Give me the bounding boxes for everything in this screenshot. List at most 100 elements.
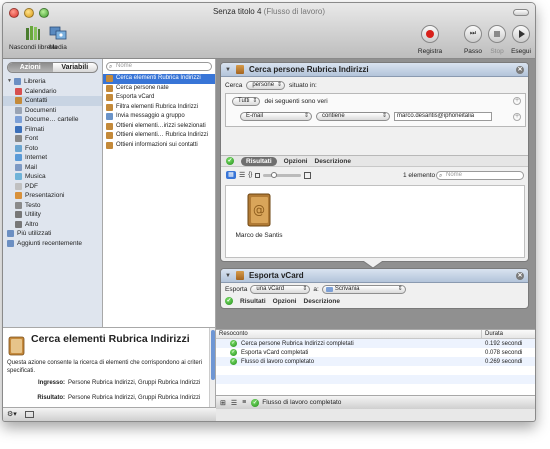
log-row[interactable]: [216, 375, 535, 384]
tab-description[interactable]: Descrizione: [315, 158, 352, 165]
description-scrollbar[interactable]: [209, 328, 215, 409]
export-vcard-header[interactable]: ▼ Esporta vCard ✕: [221, 269, 528, 283]
results-count: 1 elemento: [403, 172, 436, 179]
query-field[interactable]: marco.desantis@iphoneitalia: [394, 112, 492, 121]
library-item[interactable]: Documenti: [3, 106, 102, 116]
action-item[interactable]: Cerca elementi Rubrica Indirizzi: [103, 74, 215, 84]
log-cell: ✓ Cerca persone Rubrica Indirizzi complet…: [216, 340, 482, 347]
stop-button[interactable]: Stop: [488, 25, 506, 55]
disclosure-triangle-icon[interactable]: ▼: [7, 77, 12, 87]
match-popup[interactable]: Tutti: [232, 97, 261, 106]
find-tabs-bar: ✓ Risultati Opzioni Descrizione: [221, 155, 528, 167]
library-item[interactable]: PDF: [3, 182, 102, 192]
media-button[interactable]: Media: [49, 25, 67, 51]
library-item[interactable]: Testo: [3, 201, 102, 211]
field-popup[interactable]: E-mail: [240, 112, 312, 121]
variables-view-icon[interactable]: ≡: [242, 399, 246, 406]
library-item[interactable]: Internet: [3, 153, 102, 163]
description-scroll-thumb[interactable]: [211, 330, 215, 380]
library-item[interactable]: Altro: [3, 220, 102, 230]
find-people-title: Cerca persone Rubrica Indirizzi: [248, 65, 369, 74]
action-item-label: Esporta vCard: [116, 94, 155, 100]
log-row[interactable]: [216, 384, 535, 393]
show-description-icon[interactable]: [25, 411, 34, 418]
stop-label: Stop: [490, 48, 504, 55]
gear-menu-icon[interactable]: ⚙▾: [7, 410, 17, 418]
log-column-header[interactable]: Resoconto: [216, 330, 482, 338]
window-subtitle: (Flusso di lavoro): [263, 7, 326, 16]
tab-variables[interactable]: Variabili: [53, 63, 98, 72]
library-item[interactable]: Filmati: [3, 125, 102, 135]
find-popup[interactable]: persone: [246, 81, 286, 90]
log-check-icon: ✓: [230, 349, 237, 356]
library-item[interactable]: Foto: [3, 144, 102, 154]
action-item[interactable]: Ottieni elementi…irizzi selezionati: [103, 122, 215, 132]
result-item-name: Marco de Santis: [235, 232, 283, 239]
log-check-icon: ✓: [230, 340, 237, 347]
log-row[interactable]: ✓ Esporta vCard completati 0.078 secondi: [216, 348, 535, 357]
remove-action-icon[interactable]: ✕: [516, 65, 524, 74]
action-item[interactable]: Esporta vCard: [103, 93, 215, 103]
find-people-action: ▼ Cerca persone Rubrica Indirizzi ✕ Cerc…: [220, 62, 529, 262]
split-view-icon[interactable]: ⊞: [220, 399, 226, 407]
log-view-icon[interactable]: ☰: [231, 399, 237, 407]
operator-popup[interactable]: contiene: [316, 112, 390, 121]
icon-view-icon[interactable]: ▦: [226, 171, 236, 179]
zoom-slider[interactable]: [263, 171, 302, 178]
list-view-icon[interactable]: ☰: [239, 171, 245, 179]
action-item[interactable]: Ottieni informazioni sui contatti: [103, 141, 215, 151]
tab-actions[interactable]: Azioni: [8, 63, 53, 72]
action-item-icon: [106, 122, 113, 130]
library-item[interactable]: Calendario: [3, 87, 102, 97]
run-button[interactable]: Esegui: [511, 25, 531, 55]
library-item[interactable]: Aggiunti recentemente: [3, 239, 102, 249]
library-item[interactable]: Presentazioni: [3, 191, 102, 201]
tab-options[interactable]: Opzioni: [284, 158, 308, 165]
tab-results[interactable]: Risultati: [241, 156, 277, 166]
find-people-header[interactable]: ▼ Cerca persone Rubrica Indirizzi ✕: [221, 63, 528, 77]
action-item[interactable]: Cerca persone nate: [103, 84, 215, 94]
log-row[interactable]: ✓ Cerca persone Rubrica Indirizzi complet…: [216, 339, 535, 348]
record-button[interactable]: Registra: [418, 25, 442, 55]
add-criteria-icon[interactable]: +: [513, 97, 521, 105]
toolbar: Senza titolo 4 (Flusso di lavoro) Nascon…: [3, 3, 535, 59]
action-item[interactable]: Filtra elementi Rubrica Indirizzi: [103, 103, 215, 113]
export-remove-action-icon[interactable]: ✕: [516, 271, 524, 280]
export-tab-results[interactable]: Risultati: [240, 298, 266, 305]
duration-column-header[interactable]: Durata: [482, 330, 503, 338]
action-item-label: Ottieni elementi…irizzi selezionati: [116, 122, 206, 129]
library-item[interactable]: Contatti: [3, 96, 102, 106]
library-item[interactable]: Mail: [3, 163, 102, 173]
library-item[interactable]: ▼ Libreria: [3, 77, 102, 87]
library-item[interactable]: Docume… cartelle: [3, 115, 102, 125]
export-tab-description[interactable]: Descrizione: [304, 298, 341, 305]
toolbar-toggle-button[interactable]: [513, 9, 529, 16]
action-item[interactable]: Ottieni elementi… Rubrica Indirizzi: [103, 131, 215, 141]
code-view-icon[interactable]: {}: [248, 172, 252, 178]
result-label: Risultato:: [37, 395, 65, 401]
add-criterion-icon[interactable]: +: [513, 113, 521, 121]
log-row[interactable]: ✓ Flusso di lavoro completato 0.269 second…: [216, 357, 535, 366]
actions-search-field[interactable]: ⌕ Nome: [106, 62, 212, 71]
results-view: @ Marco de Santis: [225, 185, 525, 258]
library-item-label: Testo: [25, 201, 41, 209]
library-item[interactable]: Font: [3, 134, 102, 144]
export-tab-options[interactable]: Opzioni: [273, 298, 297, 305]
action-item-icon: [106, 94, 113, 102]
action-item[interactable]: Invia messaggio a gruppo: [103, 112, 215, 122]
collapse-triangle-icon[interactable]: ▼: [225, 67, 231, 73]
destination-popup[interactable]: Scrivania: [321, 285, 406, 294]
library-item[interactable]: Utility: [3, 210, 102, 220]
result-item[interactable]: @ Marco de Santis: [234, 192, 284, 239]
record-icon: [426, 30, 434, 38]
export-collapse-triangle-icon[interactable]: ▼: [225, 273, 231, 279]
results-search-field[interactable]: ⌕ Nome: [436, 171, 524, 180]
library-pane: Azioni Variabili ▼ Libreria Calendario Cont…: [3, 59, 103, 327]
other-icon: [15, 220, 22, 228]
step-button[interactable]: ⏭ Passo: [464, 25, 482, 55]
library-item[interactable]: Musica: [3, 172, 102, 182]
zoom-slider-thumb[interactable]: [271, 171, 278, 178]
library-item[interactable]: Più utilizzati: [3, 229, 102, 239]
log-row[interactable]: [216, 366, 535, 375]
export-popup[interactable]: una vCard: [250, 285, 311, 294]
